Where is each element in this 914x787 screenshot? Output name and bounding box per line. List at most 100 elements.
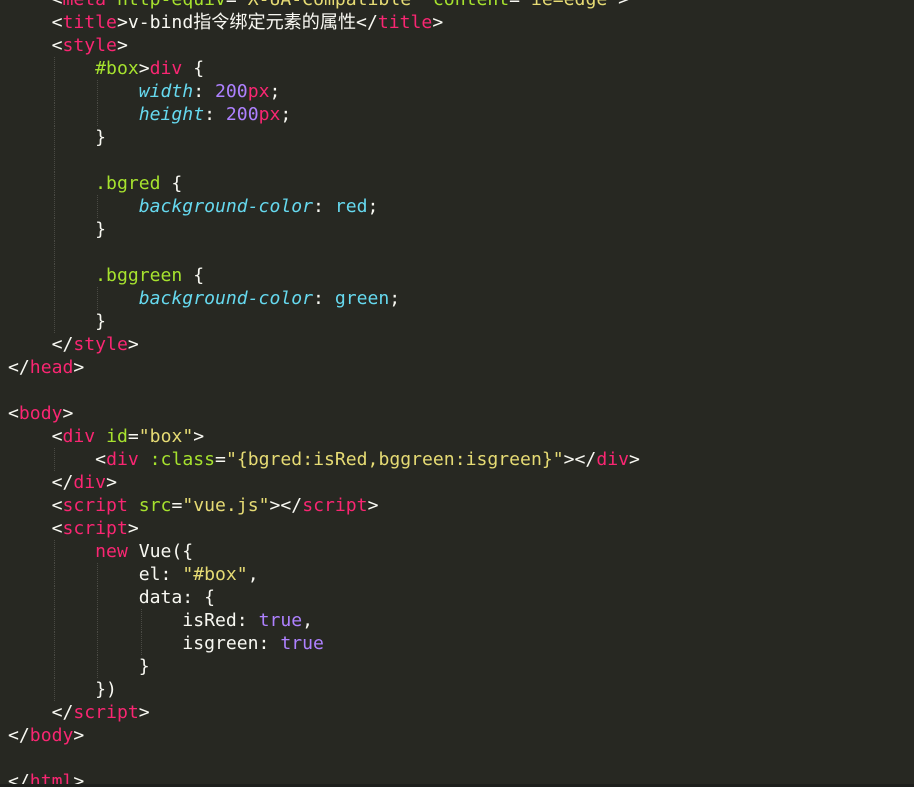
code-token: </ xyxy=(51,472,74,493)
code-line[interactable] xyxy=(8,241,640,264)
code-line[interactable]: } xyxy=(8,655,640,678)
code-token: body xyxy=(29,725,74,746)
code-line[interactable] xyxy=(8,747,640,770)
code-line[interactable]: .bggreen { xyxy=(8,264,640,287)
code-line[interactable]: </div> xyxy=(8,471,640,494)
code-line[interactable]: <title>v-bind指令绑定元素的属性</title> xyxy=(8,11,640,34)
code-token: "#box" xyxy=(182,564,248,585)
indent-guide xyxy=(97,609,98,632)
code-line[interactable]: width: 200px; xyxy=(8,80,640,103)
code-token: el: xyxy=(138,564,183,585)
indent-guide xyxy=(53,310,55,333)
code-token: < xyxy=(95,449,107,470)
code-token: true xyxy=(258,610,303,631)
code-token: > xyxy=(629,449,640,470)
code-token: < xyxy=(8,403,19,424)
code-token: px xyxy=(247,81,270,102)
code-token: > xyxy=(127,334,139,355)
code-token: .bggreen xyxy=(95,265,183,286)
code-line[interactable]: </style> xyxy=(8,333,640,356)
code-token: div xyxy=(62,426,96,447)
indent-guide xyxy=(53,609,55,632)
code-token: }) xyxy=(95,679,117,700)
code-line[interactable]: background-color: green; xyxy=(8,287,640,310)
code-token: > xyxy=(106,472,117,493)
code-line[interactable] xyxy=(8,149,640,172)
indent-guide xyxy=(53,195,55,218)
indent-guide xyxy=(53,241,55,264)
code-token: = xyxy=(509,0,520,10)
code-line[interactable]: new Vue({ xyxy=(8,540,640,563)
code-line[interactable]: isgreen: true xyxy=(8,632,640,655)
indent-guide xyxy=(53,103,55,126)
code-token: < xyxy=(51,35,63,56)
code-token: isgreen: xyxy=(182,633,281,654)
code-line[interactable] xyxy=(8,379,640,402)
code-line[interactable]: </body> xyxy=(8,724,640,747)
code-token: title xyxy=(62,12,117,33)
code-token: script xyxy=(73,702,139,723)
indent-guide xyxy=(53,264,55,287)
code-token: background-color xyxy=(138,288,314,309)
indent-guide xyxy=(53,218,55,241)
code-line[interactable]: isRed: true, xyxy=(8,609,640,632)
code-line[interactable]: } xyxy=(8,218,640,241)
indent-guide xyxy=(53,57,55,80)
code-token: script xyxy=(62,518,128,539)
code-token: data: { xyxy=(138,587,215,608)
code-line[interactable]: </script> xyxy=(8,701,640,724)
code-token: Vue({ xyxy=(127,541,194,562)
code-line[interactable]: } xyxy=(8,310,640,333)
code-token: ></ xyxy=(563,449,597,470)
indent-guide xyxy=(97,655,98,678)
code-token: : xyxy=(204,104,226,125)
code-token: , xyxy=(247,564,259,585)
code-line[interactable]: <body> xyxy=(8,402,640,425)
indent-guide xyxy=(97,103,98,126)
code-token: >v-bind指令绑定元素的属性</ xyxy=(116,12,378,33)
code-token: } xyxy=(95,219,107,240)
code-line[interactable]: data: { xyxy=(8,586,640,609)
code-token: } xyxy=(95,311,107,332)
code-area[interactable]: <meta http-equiv="X-UA-Compatible" conte… xyxy=(8,0,640,787)
code-token: "X-UA-Compatible" xyxy=(237,0,422,10)
code-line[interactable]: <meta http-equiv="X-UA-Compatible" conte… xyxy=(8,0,640,11)
code-token: .bgred xyxy=(95,173,161,194)
code-line[interactable]: height: 200px; xyxy=(8,103,640,126)
code-line[interactable]: <script> xyxy=(8,517,640,540)
code-token: > xyxy=(116,35,128,56)
code-token: content xyxy=(433,0,509,10)
code-line[interactable]: background-color: red; xyxy=(8,195,640,218)
code-editor[interactable]: <meta http-equiv="X-UA-Compatible" conte… xyxy=(0,0,914,787)
code-line[interactable]: }) xyxy=(8,678,640,701)
code-line[interactable]: .bgred { xyxy=(8,172,640,195)
code-line[interactable]: } xyxy=(8,126,640,149)
code-token: = xyxy=(171,495,183,516)
code-line[interactable]: </head> xyxy=(8,356,640,379)
code-token: ></ xyxy=(269,495,303,516)
code-line[interactable]: <style> xyxy=(8,34,640,57)
code-line[interactable]: <script src="vue.js"></script> xyxy=(8,494,640,517)
indent-guide xyxy=(53,80,55,103)
code-token: ; xyxy=(367,196,379,217)
code-line[interactable]: el: "#box", xyxy=(8,563,640,586)
code-line[interactable]: <div id="box"> xyxy=(8,425,640,448)
code-token: src xyxy=(138,495,172,516)
code-line[interactable]: <div :class="{bgred:isRed,bggreen:isgree… xyxy=(8,448,640,471)
code-line[interactable]: #box>div { xyxy=(8,57,640,80)
code-token: red xyxy=(334,196,368,217)
